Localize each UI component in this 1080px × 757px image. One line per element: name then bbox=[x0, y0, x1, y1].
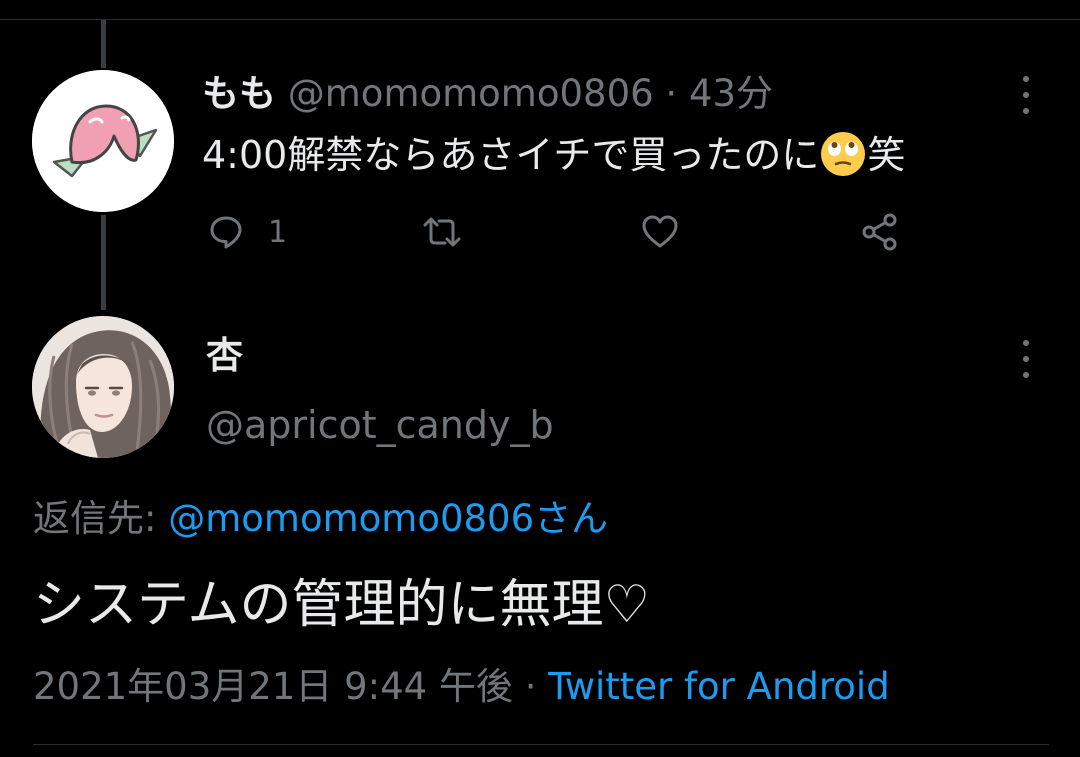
parent-tweet-text: 4:00解禁ならあさイチで買ったのに 笑 bbox=[202, 130, 905, 180]
peach-avatar-image bbox=[32, 70, 174, 212]
thread-line-connector bbox=[101, 215, 106, 310]
meta-separator: · bbox=[524, 665, 537, 708]
reply-icon bbox=[210, 216, 242, 249]
tweet-timestamp[interactable]: 2021年03月21日 9:44 午後 bbox=[33, 665, 513, 708]
reply-count: 1 bbox=[268, 214, 288, 250]
main-handle[interactable]: @apricot_candy_b bbox=[206, 400, 554, 450]
bottom-divider bbox=[33, 744, 1049, 745]
parent-time-ago: 43分 bbox=[688, 72, 774, 115]
parent-display-name[interactable]: もも bbox=[202, 72, 276, 115]
share-button[interactable] bbox=[860, 210, 900, 254]
parent-tweet-avatar[interactable] bbox=[32, 70, 174, 212]
tweet-meta: 2021年03月21日 9:44 午後 · Twitter for Androi… bbox=[33, 662, 890, 712]
parent-text-part-1: 4:00解禁ならあさイチで買ったのに bbox=[202, 133, 820, 177]
face-with-rolling-eyes-emoji bbox=[821, 132, 866, 176]
header-separator: · bbox=[665, 72, 678, 115]
tweet-source-link[interactable]: Twitter for Android bbox=[548, 665, 889, 708]
reply-button[interactable]: 1 bbox=[206, 210, 287, 254]
top-divider bbox=[0, 19, 1080, 20]
reply-to-handle-link[interactable]: @momomomo0806さん bbox=[168, 497, 608, 540]
main-tweet-avatar[interactable] bbox=[32, 316, 174, 458]
share-icon bbox=[862, 213, 897, 251]
like-icon bbox=[642, 215, 678, 248]
retweet-icon bbox=[423, 217, 461, 247]
main-tweet-text: システムの管理的に無理♡ bbox=[33, 575, 651, 635]
retweet-button[interactable] bbox=[422, 210, 462, 254]
parent-tweet-header: もも @momomomo0806 · 43分 bbox=[202, 70, 773, 118]
parent-more-options-icon[interactable] bbox=[1016, 76, 1036, 114]
parent-text-part-2: 笑 bbox=[867, 133, 906, 177]
parent-handle[interactable]: @momomomo0806 bbox=[288, 72, 654, 115]
more-options-icon[interactable] bbox=[1016, 340, 1036, 378]
thread-line-top bbox=[101, 20, 106, 68]
illustrated-girl-avatar-image bbox=[32, 316, 174, 458]
reply-to-line: 返信先: @momomomo0806さん bbox=[33, 494, 608, 544]
main-display-name[interactable]: 杏 bbox=[206, 332, 243, 380]
reply-to-label: 返信先: bbox=[33, 497, 157, 540]
like-button[interactable] bbox=[640, 210, 680, 254]
